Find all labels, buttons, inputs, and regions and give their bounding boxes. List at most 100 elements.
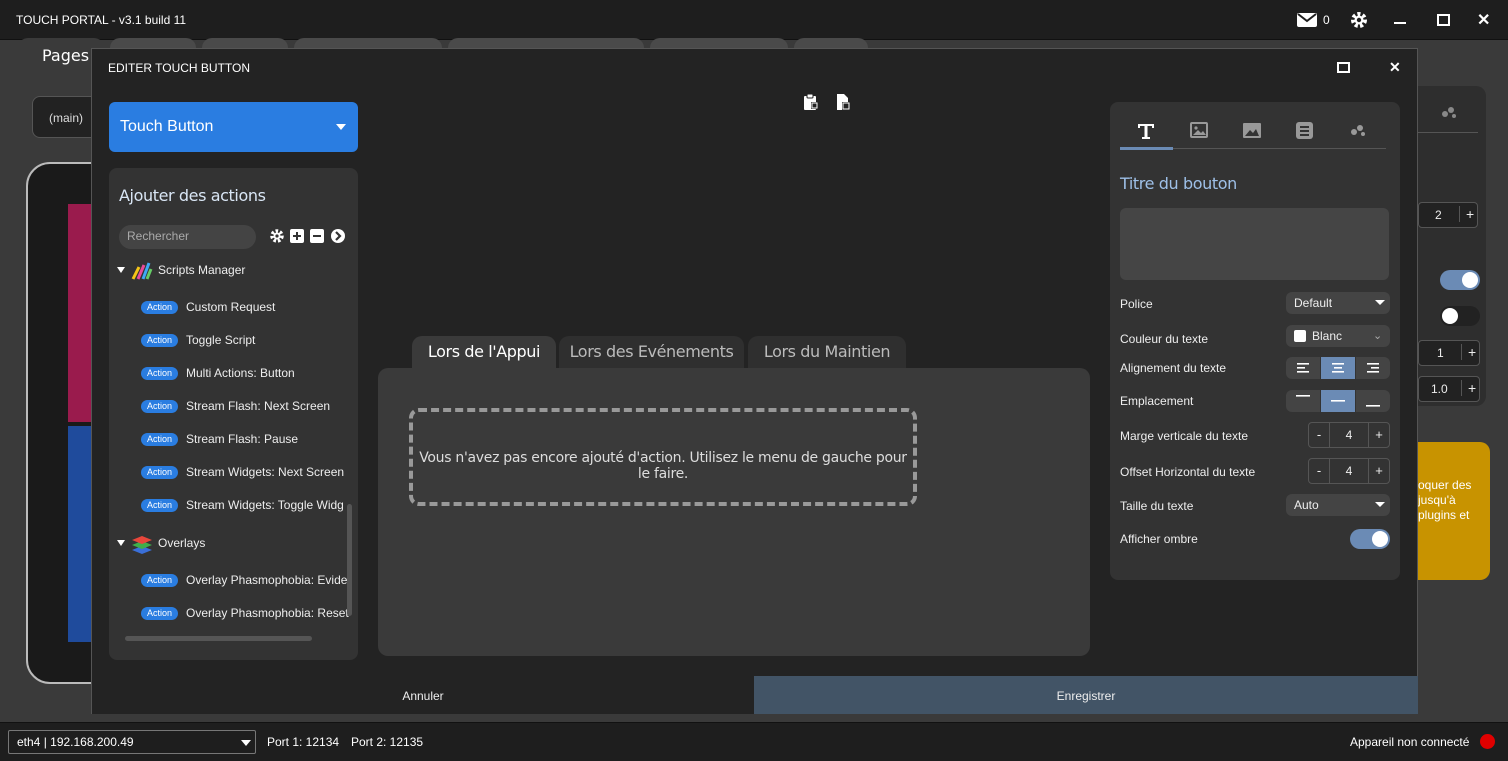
search-field[interactable] xyxy=(119,225,256,249)
horizontal-scrollbar[interactable] xyxy=(125,636,312,641)
chevron-down-icon xyxy=(1375,502,1385,507)
paste-icon[interactable] xyxy=(834,93,852,114)
plus-icon[interactable]: + xyxy=(1459,206,1474,222)
list-item[interactable]: Action Stream Flash: Next Screen xyxy=(109,396,358,418)
font-label: Police xyxy=(1120,297,1153,311)
chevron-down-icon: ⌄ xyxy=(1373,330,1383,342)
button-type-select[interactable]: Touch Button xyxy=(109,102,358,152)
port1-label: Port 1: 12134 xyxy=(267,735,340,749)
text-icon[interactable] xyxy=(1137,122,1155,143)
position-middle-icon[interactable] xyxy=(1321,390,1356,412)
list-item[interactable]: Action Stream Widgets: Next Screen xyxy=(109,462,358,484)
collapse-all-icon[interactable] xyxy=(309,228,325,244)
position-top-icon[interactable] xyxy=(1286,390,1321,412)
list-item[interactable]: Action Overlay Phasmophobia: Evide xyxy=(109,570,358,592)
increment-button[interactable]: + xyxy=(1369,459,1389,483)
plus-icon[interactable]: + xyxy=(1461,380,1476,396)
maximize-icon[interactable] xyxy=(1437,14,1450,26)
effects-icon[interactable] xyxy=(1440,104,1458,123)
triangle-down-icon[interactable] xyxy=(117,540,125,546)
action-badge: Action xyxy=(141,334,179,347)
gear-icon[interactable] xyxy=(269,228,285,244)
decrement-button[interactable]: - xyxy=(1309,423,1329,447)
horizontal-offset-stepper: - 4 + xyxy=(1308,458,1390,484)
scripts-manager-icon xyxy=(131,261,153,284)
right-settings-panel: 2 + 1 + 1.0 + xyxy=(1418,86,1486,406)
copy-icon[interactable] xyxy=(802,93,820,114)
action-badge: Action xyxy=(141,367,179,380)
show-shadow-toggle[interactable] xyxy=(1350,529,1390,549)
stepper-b[interactable]: 1 + xyxy=(1418,340,1480,366)
image-icon[interactable] xyxy=(1190,122,1208,141)
list-item[interactable]: Action Custom Request xyxy=(109,297,358,319)
vertical-margin-stepper: - 4 + xyxy=(1308,422,1390,448)
font-select[interactable]: Default xyxy=(1286,292,1390,314)
align-right-icon[interactable] xyxy=(1356,357,1390,379)
save-button[interactable]: Enregistrer xyxy=(754,676,1418,714)
close-icon[interactable]: ✕ xyxy=(1477,10,1490,30)
network-select[interactable]: eth4 | 192.168.200.49 xyxy=(8,730,256,754)
dialog-maximize-icon[interactable] xyxy=(1337,62,1350,73)
text-color-select[interactable]: Blanc ⌄ xyxy=(1286,325,1390,347)
vertical-scrollbar[interactable] xyxy=(347,504,352,616)
toggle-off[interactable] xyxy=(1440,306,1480,326)
action-badge: Action xyxy=(141,400,179,413)
tab-on-press[interactable]: Lors de l'Appui xyxy=(412,336,556,368)
action-badge: Action xyxy=(141,433,179,446)
position-bottom-icon[interactable] xyxy=(1356,390,1390,412)
tab-on-hold[interactable]: Lors du Maintien xyxy=(748,336,906,368)
tree-group-overlays[interactable]: Overlays xyxy=(109,533,358,555)
cancel-button[interactable]: Annuler xyxy=(92,676,754,714)
effects-icon[interactable] xyxy=(1349,122,1367,141)
overlays-icon xyxy=(131,533,153,558)
list-item[interactable]: Action Stream Flash: Pause xyxy=(109,429,358,451)
empty-message: Vous n'avez pas encore ajouté d'action. … xyxy=(419,450,907,482)
text-align-group xyxy=(1286,357,1390,379)
text-size-label: Taille du texte xyxy=(1120,499,1194,513)
mail-icon[interactable] xyxy=(1297,12,1317,31)
toggle-on[interactable] xyxy=(1440,270,1480,290)
list-item[interactable]: Action Toggle Script xyxy=(109,330,358,352)
expand-all-icon[interactable] xyxy=(289,228,305,244)
button-title-input[interactable] xyxy=(1120,208,1389,280)
button-title-label: Titre du bouton xyxy=(1120,174,1237,193)
tree-group-scripts-manager[interactable]: Scripts Manager xyxy=(109,260,358,282)
search-input[interactable] xyxy=(119,225,249,247)
list-item[interactable]: Action Multi Actions: Button xyxy=(109,363,358,385)
empty-actions-dropzone[interactable]: Vous n'avez pas encore ajouté d'action. … xyxy=(409,408,917,506)
align-left-icon[interactable] xyxy=(1286,357,1321,379)
text-position-label: Emplacement xyxy=(1120,394,1194,408)
plugin-promo-banner[interactable]: oquer des jusqu'à plugins et xyxy=(1418,442,1490,580)
dialog-close-icon[interactable]: ✕ xyxy=(1389,59,1401,76)
plus-icon[interactable]: + xyxy=(1461,344,1476,360)
color-swatch xyxy=(1294,330,1306,342)
text-position-group xyxy=(1286,390,1390,412)
list-item[interactable]: Action Stream Widgets: Toggle Widg xyxy=(109,495,358,517)
list-item[interactable]: Action Overlay Phasmophobia: Reset xyxy=(109,603,358,625)
minimize-icon[interactable] xyxy=(1394,22,1406,24)
settings-gear-icon[interactable] xyxy=(1349,10,1369,33)
action-badge: Action xyxy=(141,466,179,479)
port2-label: Port 2: 12135 xyxy=(351,735,424,749)
edit-button-dialog: EDITER TOUCH BUTTON ✕ Touch Button Ajout… xyxy=(91,48,1418,714)
mail-count: 0 xyxy=(1323,13,1330,27)
decrement-button[interactable]: - xyxy=(1309,459,1329,483)
increment-button[interactable]: + xyxy=(1369,423,1389,447)
text-size-select[interactable]: Auto xyxy=(1286,494,1390,516)
action-badge: Action xyxy=(141,301,179,314)
action-badge: Action xyxy=(141,499,179,512)
triangle-down-icon[interactable] xyxy=(117,267,125,273)
active-tab-indicator xyxy=(1120,147,1173,150)
tab-on-events[interactable]: Lors des Evénements xyxy=(559,336,744,368)
stepper-a[interactable]: 2 + xyxy=(1418,202,1478,228)
text-color-label: Couleur du texte xyxy=(1120,332,1209,346)
arrow-right-icon[interactable] xyxy=(330,228,346,244)
layout-icon[interactable] xyxy=(1296,122,1313,142)
dialog-title: EDITER TOUCH BUTTON xyxy=(108,61,251,75)
actions-title: Ajouter des actions xyxy=(119,186,266,205)
background-image-icon[interactable] xyxy=(1243,123,1261,141)
vertical-margin-label: Marge verticale du texte xyxy=(1120,429,1249,443)
align-center-icon[interactable] xyxy=(1321,357,1356,379)
stepper-c[interactable]: 1.0 + xyxy=(1418,376,1480,402)
text-align-label: Alignement du texte xyxy=(1120,361,1227,375)
